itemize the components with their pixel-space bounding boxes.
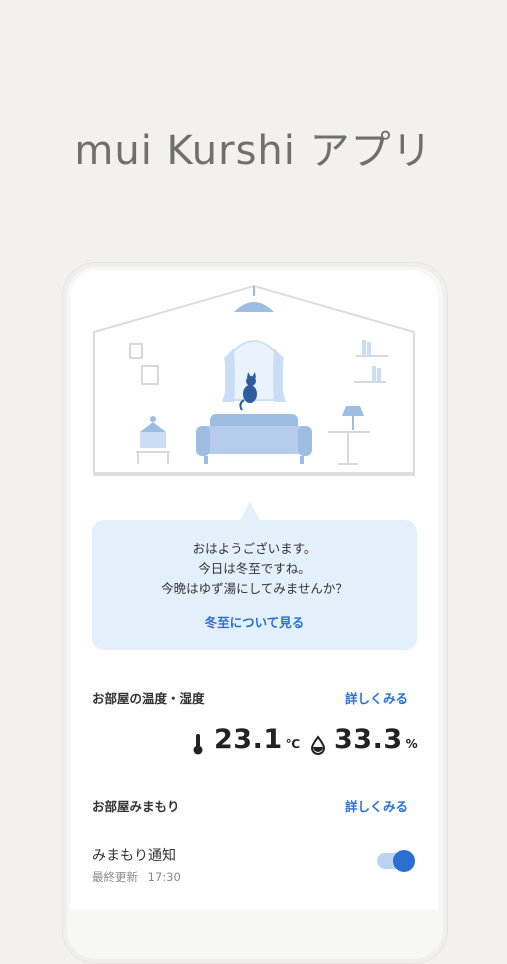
temperature-value: 23.1 <box>214 724 283 755</box>
temperature-unit: ℃ <box>285 737 301 751</box>
last-updated-time: 17:30 <box>147 870 181 884</box>
last-updated-label: 最終更新 <box>92 870 138 884</box>
sofa-icon <box>196 414 312 464</box>
winter-solstice-link[interactable]: 冬至について見る <box>92 612 417 631</box>
message-line-3: 今晩はゆず湯にしてみませんか？ <box>161 581 348 596</box>
table-lamp-icon <box>328 406 370 465</box>
humidity-reading: 33.3 % <box>310 724 418 764</box>
message-bubble: おはようございます。 今日は冬至ですね。 今晩はゆず湯にしてみませんか？ 冬至に… <box>92 520 417 650</box>
temperature-reading: 23.1 ℃ <box>190 724 300 764</box>
humidity-value: 33.3 <box>334 724 403 755</box>
app-screen: おはようございます。 今日は冬至ですね。 今晩はゆず湯にしてみませんか？ 冬至に… <box>70 270 438 910</box>
bubble-tail <box>240 502 260 520</box>
shelf-icon <box>354 340 388 383</box>
watch-notice-label: みまもり通知 <box>92 848 176 864</box>
last-updated: 最終更新 17:30 <box>92 869 181 885</box>
droplet-icon <box>310 735 326 755</box>
device-icon <box>136 416 170 464</box>
thermometer-icon <box>193 734 203 755</box>
room-illustration <box>93 284 415 476</box>
wall-frame-icon <box>129 343 159 385</box>
watch-section-title: お部屋みまもり <box>92 799 180 814</box>
humidity-unit: % <box>405 737 418 751</box>
toggle-knob <box>393 850 415 872</box>
watch-detail-link[interactable]: 詳しくみる <box>345 796 408 815</box>
message-line-2: 今日は冬至ですね。 <box>198 561 311 576</box>
hero-title: mui Kurshi アプリ <box>74 128 433 174</box>
environment-section-title: お部屋の温度・湿度 <box>92 691 205 706</box>
message-line-1: おはようございます。 <box>192 541 317 556</box>
environment-detail-link[interactable]: 詳しくみる <box>345 688 408 707</box>
watch-notice-toggle[interactable] <box>377 850 415 872</box>
